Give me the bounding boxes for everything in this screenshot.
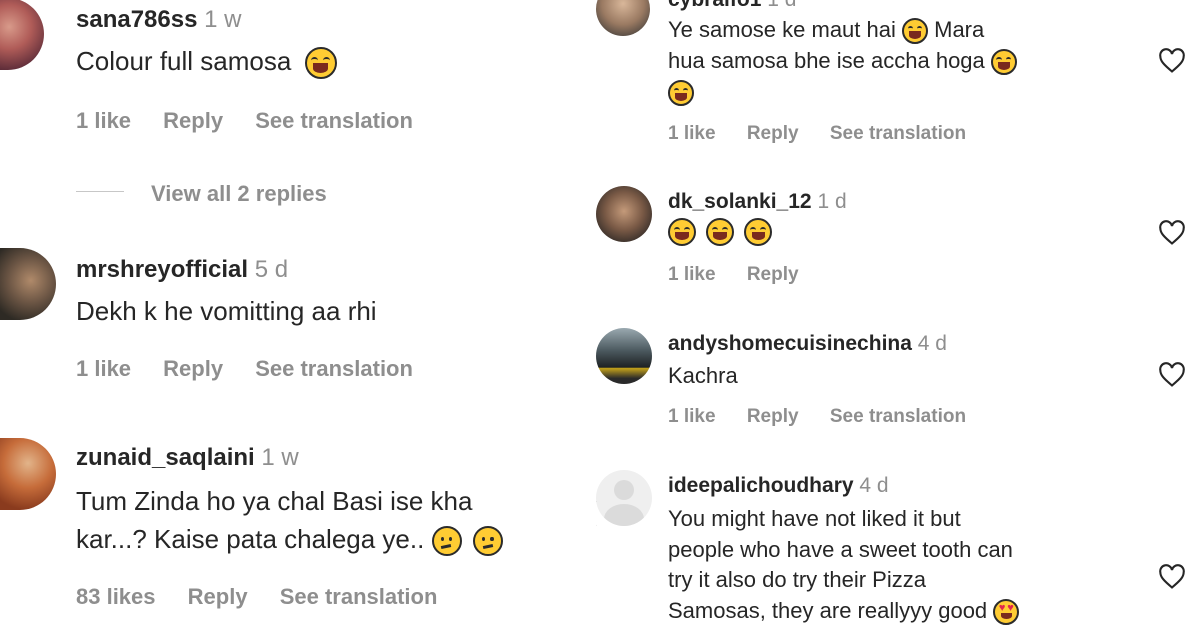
see-translation-button[interactable]: See translation: [830, 123, 966, 144]
face-with-tears-of-joy-icon: [990, 49, 1017, 76]
face-with-tears-of-joy-icon: [304, 47, 337, 80]
comment-header: andyshomecuisinechina 4 d: [668, 332, 947, 356]
comment-body-line: [668, 76, 1017, 107]
comment-body-line: You might have not liked it but: [668, 506, 961, 531]
avatar[interactable]: [0, 0, 44, 70]
comment-text: Colour full samosa: [76, 46, 337, 80]
username-link[interactable]: ideepalichoudhary: [668, 474, 854, 497]
comment-text: Tum Zinda ho ya chal Basi ise kha kar...…: [76, 482, 503, 558]
comment-text: [668, 218, 773, 247]
comment-item: mrshreyofficial 5 d Dekh k he vomitting …: [0, 246, 580, 406]
avatar[interactable]: [596, 0, 650, 36]
comment-body: Dekh k he vomitting aa rhi: [76, 296, 377, 326]
see-translation-button[interactable]: See translation: [830, 406, 966, 427]
likes-count[interactable]: 1 like: [668, 406, 716, 427]
username-link[interactable]: mrshreyofficial: [76, 256, 248, 283]
see-translation-button[interactable]: See translation: [255, 108, 413, 133]
avatar[interactable]: [0, 438, 56, 510]
comment-body-line: Ye samose ke maut hai Mara: [668, 14, 1017, 45]
username-link[interactable]: zunaid_saqlaini: [76, 444, 255, 471]
timestamp: 4 d: [859, 474, 889, 497]
avatar[interactable]: [596, 328, 652, 384]
timestamp: 1 w: [204, 6, 242, 33]
face-with-tears-of-joy-icon: [706, 218, 735, 247]
see-translation-button[interactable]: See translation: [255, 356, 413, 381]
comment-header: dk_solanki_12 1 d: [668, 190, 847, 214]
comment-header: ideepalichoudhary 4 d: [668, 474, 889, 498]
avatar[interactable]: [596, 186, 652, 242]
heart-outline-icon[interactable]: [1158, 220, 1186, 246]
reply-button[interactable]: Reply: [163, 108, 223, 133]
right-comments-panel: cybralfo1 1 d Ye samose ke maut hai Mara…: [596, 0, 1200, 628]
see-translation-button[interactable]: See translation: [280, 584, 438, 609]
username-link[interactable]: dk_solanki_12: [668, 190, 812, 213]
heart-outline-icon[interactable]: [1158, 48, 1186, 74]
likes-count[interactable]: 83 likes: [76, 584, 156, 609]
timestamp: 1 w: [261, 444, 299, 471]
comment-actions: 1 like Reply: [668, 264, 825, 286]
username-link[interactable]: sana786ss: [76, 6, 197, 33]
username-link[interactable]: cybralfo1: [668, 0, 761, 11]
partial-heart-icon: (: [596, 496, 597, 527]
timestamp: 5 d: [254, 256, 289, 283]
reply-button[interactable]: Reply: [747, 264, 799, 285]
face-with-tears-of-joy-icon: [668, 80, 694, 107]
smiling-face-with-heart-eyes-icon: [993, 598, 1020, 625]
comment-body-line: people who have a sweet tooth can: [668, 536, 1013, 562]
thinking-face-icon: [431, 526, 462, 557]
comment-actions: 1 like Reply See translation: [76, 356, 439, 382]
comment-body: Colour full samosa: [76, 46, 292, 76]
comment-body-line: kar...? Kaise pata chalega ye..: [76, 520, 503, 558]
comment-header: sana786ss 1 w: [76, 6, 241, 34]
likes-count[interactable]: 1 like: [76, 108, 131, 133]
timestamp: 1 d: [767, 0, 796, 11]
likes-count[interactable]: 1 like: [668, 123, 716, 144]
comment-actions: 83 likes Reply See translation: [76, 584, 463, 610]
thinking-face-icon: [472, 526, 503, 557]
comment-item: sana786ss 1 w Colour full samosa 1 like …: [0, 0, 580, 180]
avatar[interactable]: [0, 248, 56, 320]
face-with-tears-of-joy-icon: [668, 218, 696, 247]
reply-button[interactable]: Reply: [747, 406, 799, 427]
comment-item: zunaid_saqlaini 1 w Tum Zinda ho ya chal…: [0, 436, 580, 628]
comment-body-line: try it also do try their Pizza: [668, 567, 926, 592]
comment-header: cybralfo1 1 d: [668, 0, 796, 12]
comment-item: dk_solanki_12 1 d 1 like Reply: [596, 184, 1200, 314]
heart-outline-icon[interactable]: [1158, 564, 1186, 590]
comment-item: cybralfo1 1 d Ye samose ke maut hai Mara…: [596, 0, 1200, 170]
comment-header: mrshreyofficial 5 d: [76, 256, 288, 284]
heart-outline-icon[interactable]: [1158, 362, 1186, 388]
reply-button[interactable]: Reply: [163, 356, 223, 381]
comment-body-line: Samosas, they are reallyyy good: [668, 596, 1020, 627]
comment-text: Ye samose ke maut hai Mara hua samosa bh…: [668, 14, 1017, 107]
comment-item: ideepalichoudhary 4 d You might have not…: [596, 468, 1200, 628]
face-with-tears-of-joy-icon: [744, 218, 773, 247]
timestamp: 1 d: [817, 190, 847, 213]
comment-body-line: Tum Zinda ho ya chal Basi ise kha: [76, 486, 473, 516]
face-with-tears-of-joy-icon: [902, 18, 928, 45]
comment-actions: 1 like Reply See translation: [668, 123, 992, 145]
left-comments-panel: sana786ss 1 w Colour full samosa 1 like …: [0, 0, 580, 628]
comment-actions: 1 like Reply See translation: [76, 108, 439, 134]
comment-actions: 1 like Reply See translation: [668, 406, 992, 428]
comment-text: You might have not liked it but people w…: [668, 504, 1020, 627]
reply-button[interactable]: Reply: [747, 123, 799, 144]
comment-body-line: hua samosa bhe ise accha hoga: [668, 45, 1017, 76]
reply-button[interactable]: Reply: [188, 584, 248, 609]
avatar[interactable]: [596, 470, 652, 526]
comment-body: Kachra: [668, 363, 738, 388]
likes-count[interactable]: 1 like: [76, 356, 131, 381]
timestamp: 4 d: [917, 332, 947, 355]
comment-item: andyshomecuisinechina 4 d Kachra 1 like …: [596, 326, 1200, 456]
comment-header: zunaid_saqlaini 1 w: [76, 444, 299, 472]
replies-divider: [76, 191, 124, 192]
likes-count[interactable]: 1 like: [668, 264, 716, 285]
view-replies-button[interactable]: View all 2 replies: [151, 181, 327, 207]
username-link[interactable]: andyshomecuisinechina: [668, 332, 912, 355]
